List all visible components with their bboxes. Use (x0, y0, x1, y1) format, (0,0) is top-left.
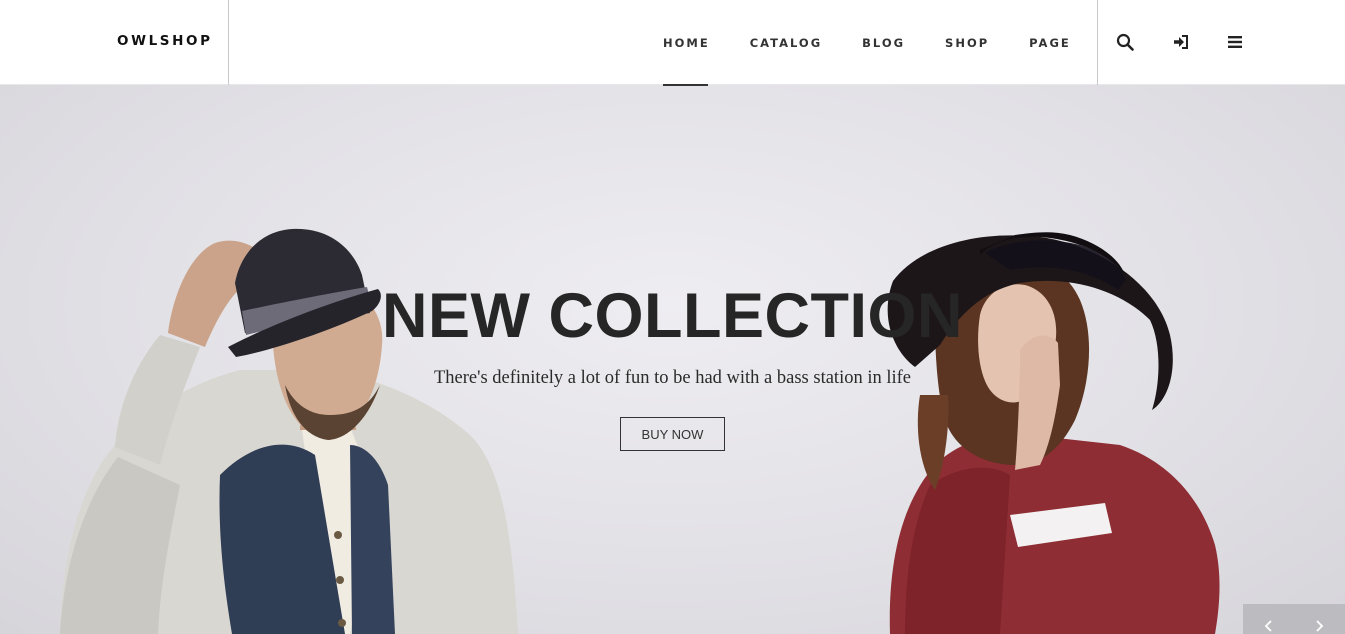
menu-icon[interactable] (1224, 31, 1246, 53)
header-divider (228, 0, 229, 85)
nav-item-home[interactable]: HOME (663, 0, 710, 86)
hero-title: NEW COLLECTION (382, 281, 963, 351)
nav-item-catalog[interactable]: CATALOG (750, 0, 822, 85)
hero-image (60, 228, 1220, 634)
hero-subtitle: There's definitely a lot of fun to be ha… (433, 368, 912, 388)
header-divider (1097, 0, 1098, 85)
site-header: OWLSHOP HOME CATALOG BLOG SHOP PAGE (0, 0, 1345, 86)
main-nav: HOME CATALOG BLOG SHOP PAGE (663, 0, 1071, 86)
nav-item-page[interactable]: PAGE (1029, 0, 1071, 85)
sign-in-icon[interactable] (1170, 31, 1192, 53)
chevron-right-icon[interactable] (1307, 614, 1331, 634)
nav-item-shop[interactable]: SHOP (945, 0, 989, 85)
nav-item-blog[interactable]: BLOG (862, 0, 905, 85)
search-icon[interactable] (1114, 31, 1136, 53)
buy-now-button[interactable]: BUY NOW (620, 417, 725, 451)
site-logo[interactable]: OWLSHOP (117, 33, 213, 49)
chevron-left-icon[interactable] (1257, 614, 1281, 634)
hero-slider: NEW COLLECTION There's definitely a lot … (0, 85, 1345, 634)
slider-controls (1243, 604, 1345, 634)
